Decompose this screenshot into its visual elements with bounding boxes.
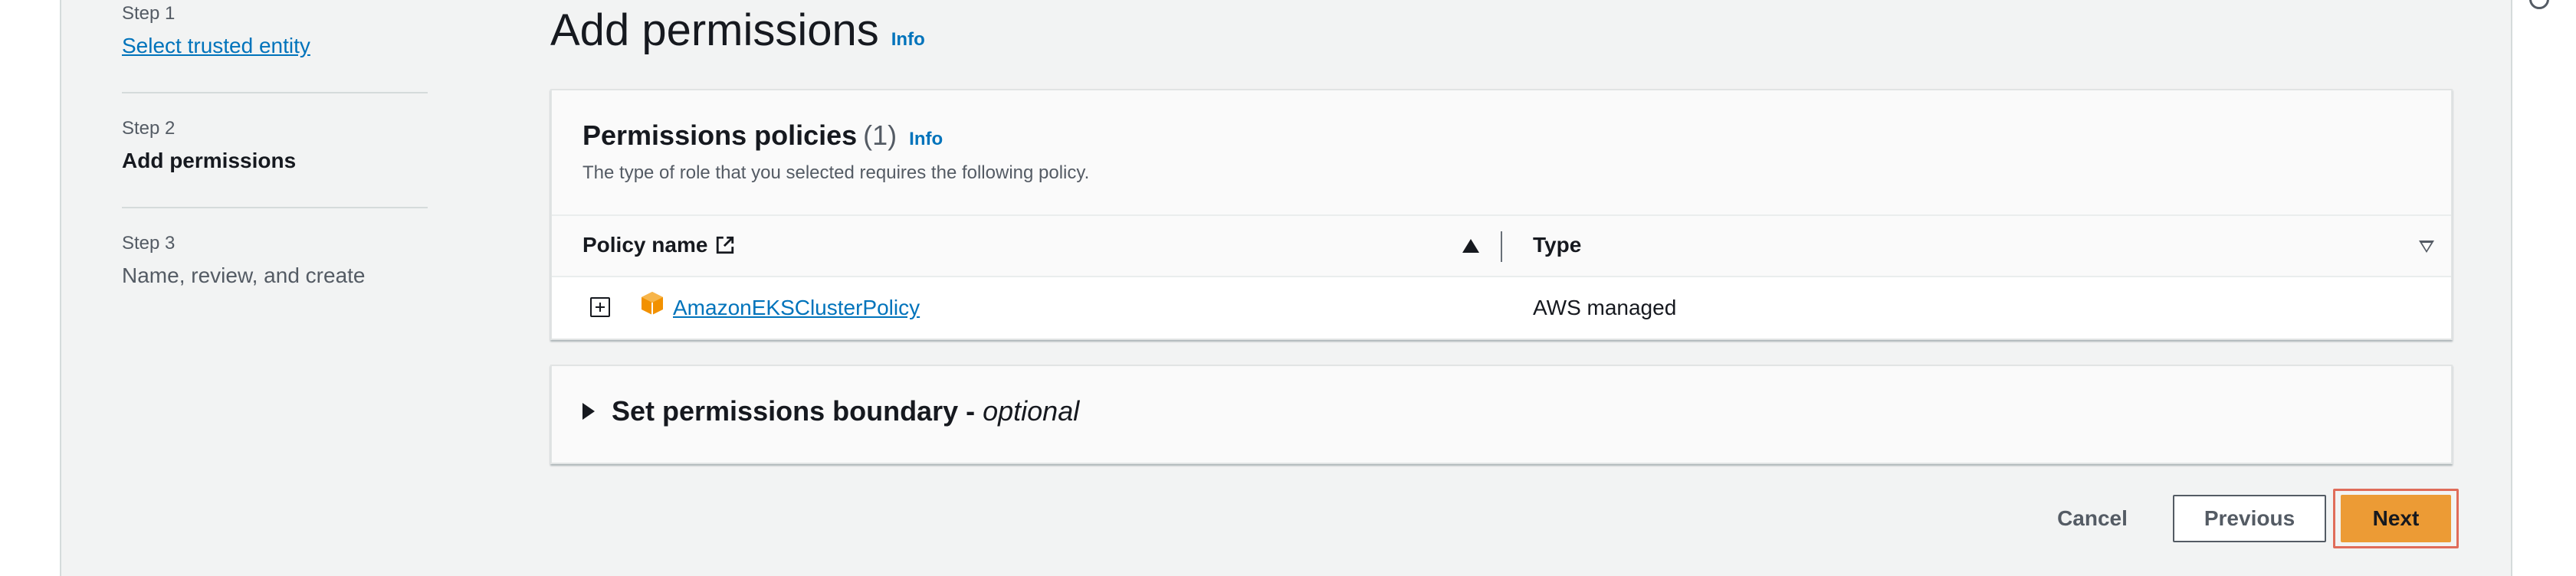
column-header-policy-name-label: Policy name (582, 233, 708, 257)
caret-right-icon (582, 403, 595, 420)
sort-ascending-icon[interactable] (1462, 239, 1479, 253)
step-1-link[interactable]: Select trusted entity (122, 34, 428, 58)
expand-row-icon[interactable] (590, 297, 610, 317)
policies-count: (1) (863, 119, 897, 151)
page-title: Add permissions Info (550, 5, 925, 56)
external-link-icon (717, 236, 734, 254)
permissions-policies-panel: Permissions policies (1) Info The type o… (550, 89, 2453, 340)
step-2-label: Step 2 (122, 118, 176, 139)
cancel-button[interactable]: Cancel (2023, 495, 2161, 542)
column-header-type-label: Type (1533, 233, 1582, 257)
page-info-link[interactable]: Info (891, 29, 925, 51)
policies-title: Permissions policies (1) Info (582, 119, 1089, 152)
step-divider (122, 92, 428, 93)
policy-type: AWS managed (1533, 296, 1677, 319)
policies-table-header: Policy name Type (552, 214, 2451, 277)
next-button[interactable]: Next (2341, 495, 2451, 542)
step-2-title: Add permissions (122, 149, 297, 172)
boundary-title: Set permissions boundary - (612, 395, 976, 427)
settings-icon[interactable] (2529, 0, 2549, 9)
step-1-label: Step 1 (122, 3, 176, 24)
permissions-boundary-panel: Set permissions boundary - optional (550, 365, 2453, 464)
previous-button[interactable]: Previous (2173, 495, 2326, 542)
aws-managed-policy-icon (642, 292, 663, 315)
column-header-type[interactable]: Type (1533, 233, 1581, 257)
step-2: Step 2 Add permissions (122, 118, 428, 173)
column-header-policy-name[interactable]: Policy name (582, 233, 735, 257)
step-divider (122, 207, 428, 208)
policies-description: The type of role that you selected requi… (582, 162, 1090, 183)
policies-title-text: Permissions policies (582, 119, 858, 151)
policies-header: Permissions policies (1) Info The type o… (582, 119, 1089, 184)
step-3: Step 3 Name, review, and create (122, 233, 428, 288)
column-divider[interactable] (1501, 231, 1502, 262)
page-title-text: Add permissions (550, 5, 879, 55)
permissions-boundary-toggle[interactable]: Set permissions boundary - optional (582, 395, 1079, 427)
table-row: AmazonEKSClusterPolicy AWS managed (552, 277, 2451, 339)
boundary-optional: optional (983, 395, 1080, 427)
step-3-label: Step 3 (122, 233, 176, 254)
step-3-title: Name, review, and create (122, 263, 366, 287)
policies-info-link[interactable]: Info (909, 129, 943, 150)
policy-name-link[interactable]: AmazonEKSClusterPolicy (673, 296, 920, 320)
step-1: Step 1 Select trusted entity (122, 3, 428, 58)
sort-descending-icon[interactable] (2419, 241, 2434, 253)
